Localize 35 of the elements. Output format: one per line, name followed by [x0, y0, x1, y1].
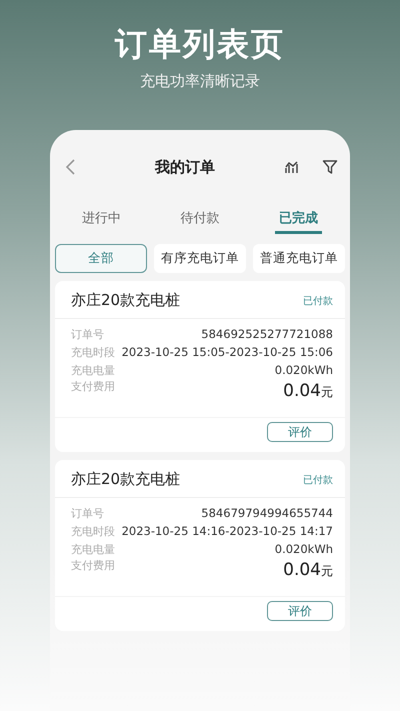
filter-chip[interactable]: 全部 [55, 244, 147, 273]
field-label: 充电时段 [71, 344, 115, 360]
subheadline: 充电功率清晰记录 [140, 72, 260, 91]
review-button[interactable]: 评价 [267, 422, 333, 442]
filter-icon[interactable] [322, 159, 338, 175]
page-title: 我的订单 [154, 158, 216, 176]
payment-amount: 0.04元 [283, 381, 333, 401]
field-label: 支付费用 [71, 558, 115, 573]
payment-status: 已付款 [303, 294, 333, 308]
field-value: 584692525277721088 [201, 327, 333, 341]
filter-chip[interactable]: 普通充电订单 [253, 244, 345, 273]
chart-icon[interactable] [284, 159, 300, 175]
field-value: 2023-10-25 14:16-2023-10-25 14:17 [122, 524, 333, 538]
field-label: 充电电量 [71, 542, 115, 556]
station-name: 亦庄20款充电桩 [71, 470, 180, 489]
status-tab[interactable]: 待付款 [176, 204, 224, 234]
headline: 订单列表页 [114, 24, 286, 64]
field-value: 584679794994655744 [201, 506, 333, 520]
order-card[interactable]: 亦庄20款充电桩 已付款 订单号 584692525277721088 充电时段 2023-10-25 15:05-2023-10-25 15:06 充电电量 0.020kWh 支付费用 0.04元 评价 [55, 281, 345, 452]
field-value: 0.020kWh [274, 542, 333, 556]
payment-status: 已付款 [303, 474, 333, 486]
station-name: 亦庄20款充电桩 [71, 291, 180, 310]
field-label: 充电时段 [71, 524, 115, 538]
field-label: 支付费用 [71, 379, 115, 394]
field-label: 订单号 [71, 326, 104, 342]
review-button[interactable]: 评价 [267, 601, 333, 621]
payment-amount: 0.04元 [283, 560, 333, 580]
field-label: 订单号 [71, 506, 104, 520]
order-card[interactable]: 亦庄20款充电桩 已付款 订单号 584679794994655744 充电时段 2023-10-25 14:16-2023-10-25 14:17 充电电量 0.020kWh 支付费用 0.04元 评价 [55, 460, 345, 631]
filter-chip[interactable]: 有序充电订单 [154, 244, 246, 273]
status-tab[interactable]: 已完成 [275, 204, 322, 234]
field-value: 2023-10-25 15:05-2023-10-25 15:06 [122, 345, 333, 359]
field-value: 0.020kWh [274, 363, 333, 377]
field-label: 充电电量 [71, 362, 115, 378]
status-tab[interactable]: 进行中 [78, 204, 125, 234]
